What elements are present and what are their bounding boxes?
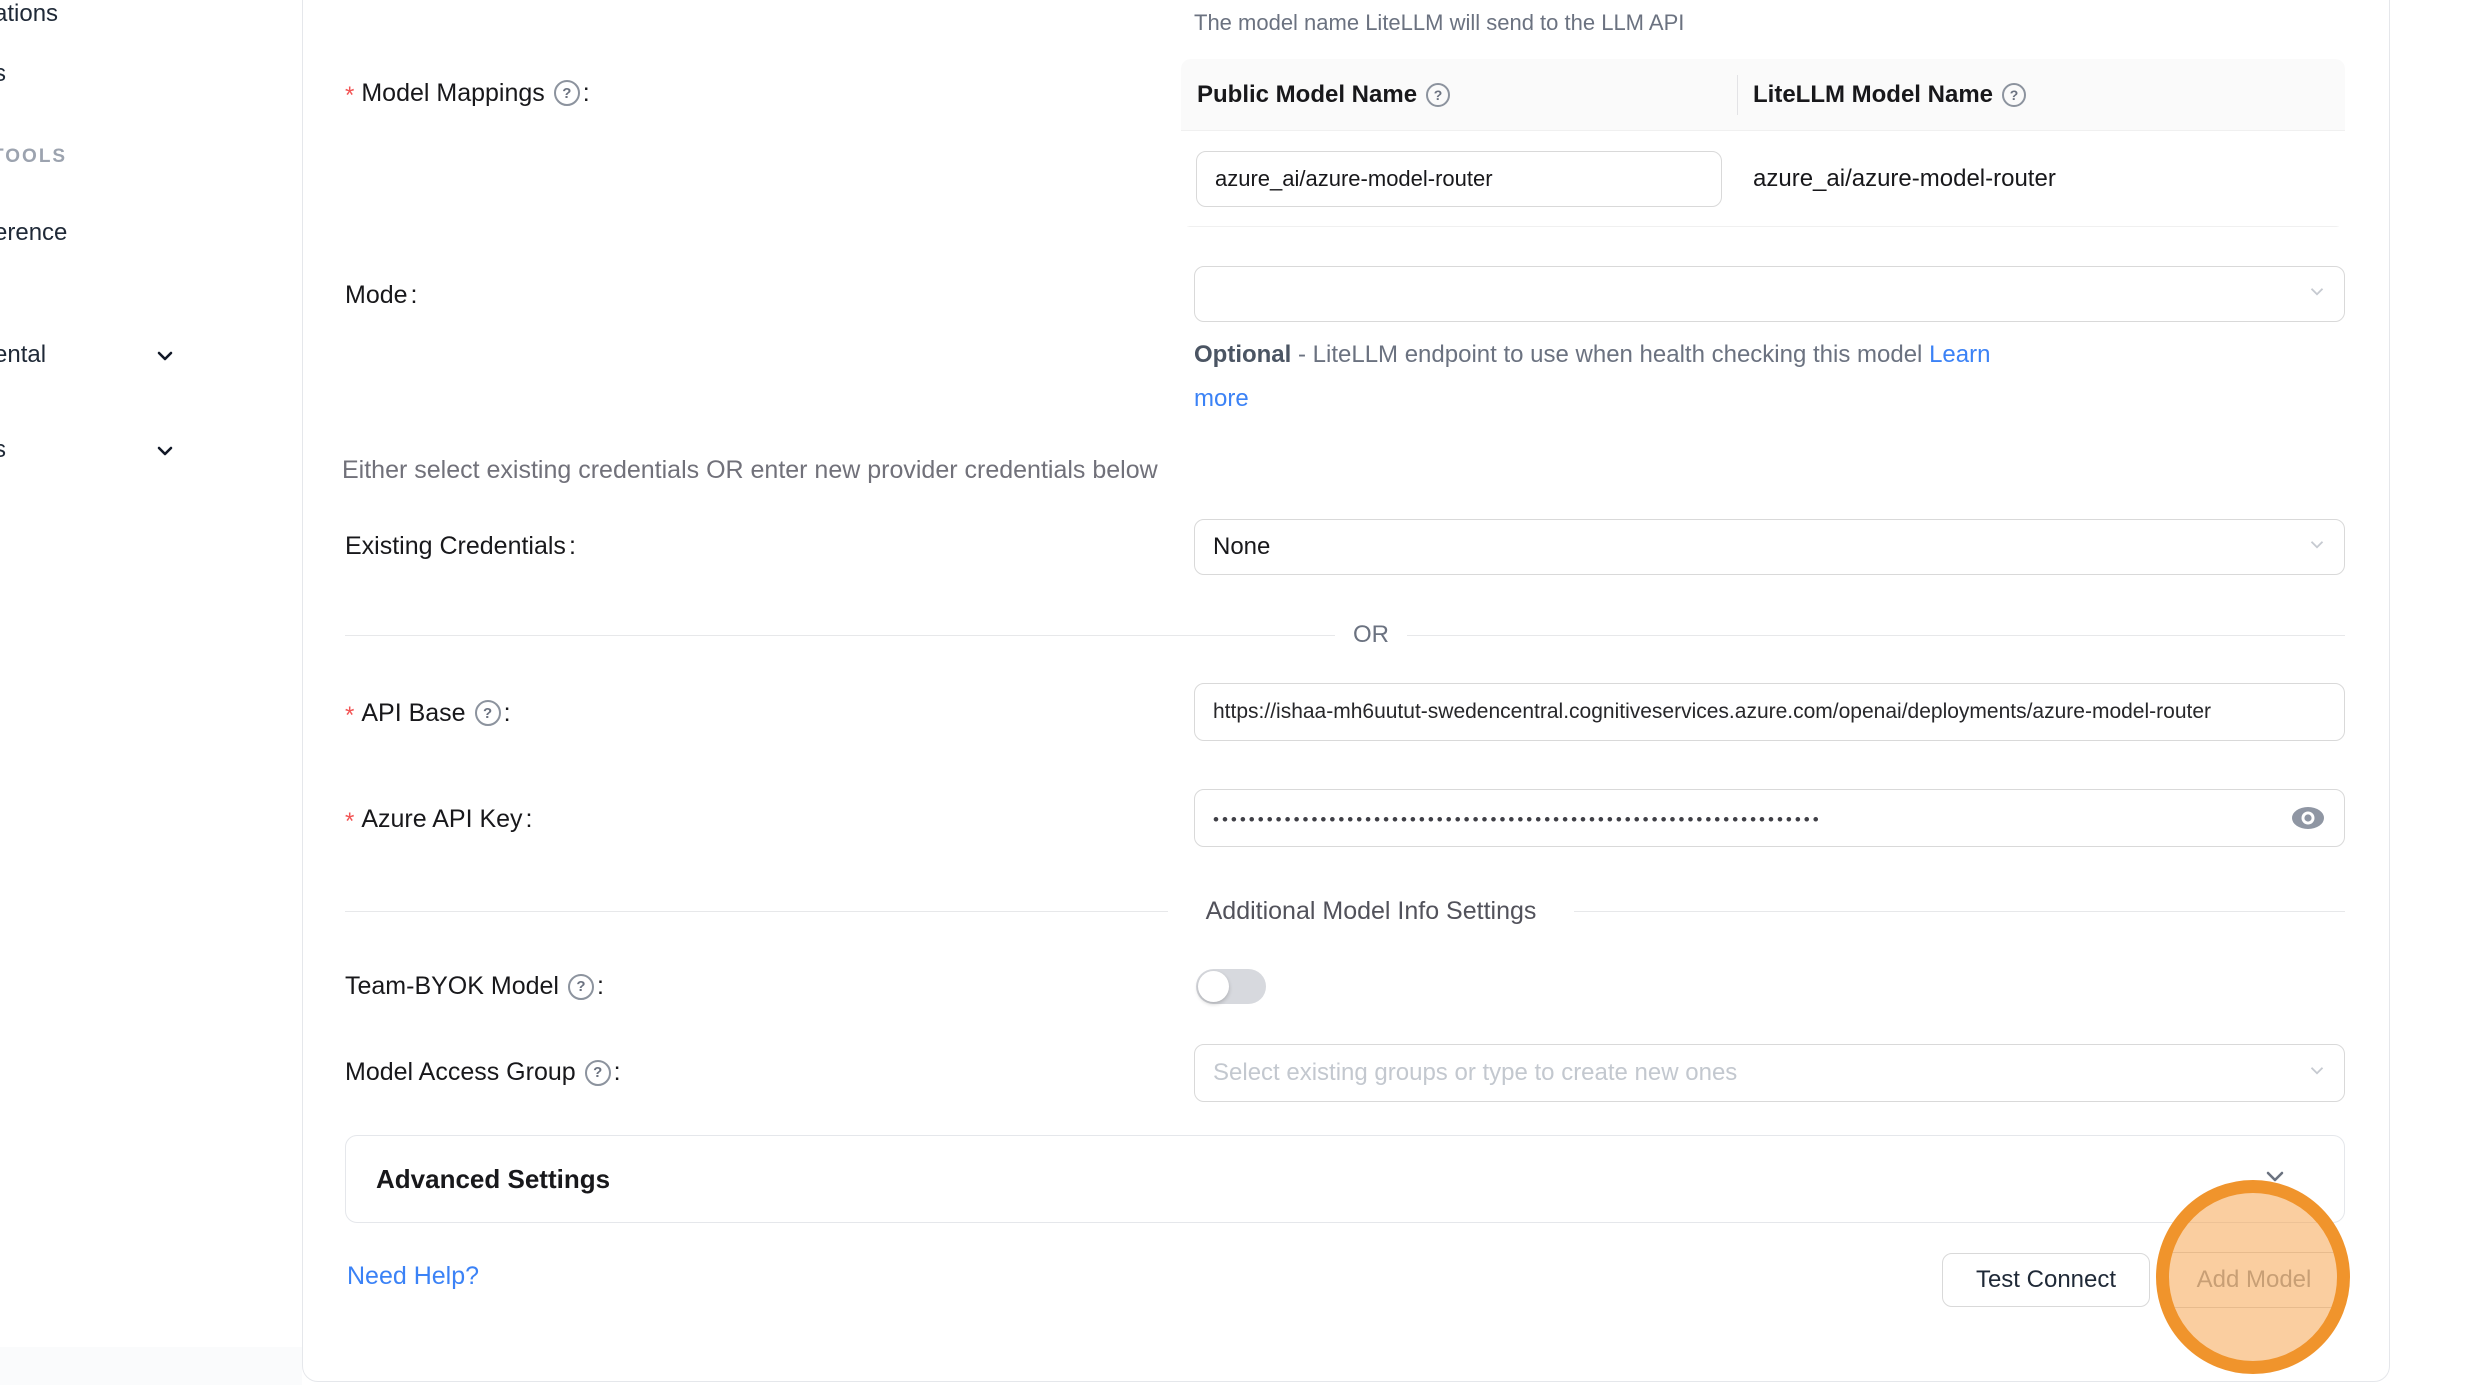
required-asterisk: * bbox=[345, 76, 354, 110]
help-glyph: ? bbox=[593, 1064, 602, 1081]
advanced-settings-title: Advanced Settings bbox=[376, 1164, 610, 1195]
mode-help-body: - LiteLLM endpoint to use when health ch… bbox=[1291, 341, 1929, 368]
info-divider-text: Additional Model Info Settings bbox=[1206, 897, 1537, 926]
api-base-input[interactable] bbox=[1194, 683, 2345, 741]
help-glyph: ? bbox=[483, 705, 492, 722]
learn-more-link[interactable]: more bbox=[1194, 385, 1249, 412]
add-model-button[interactable]: Add Model bbox=[2163, 1252, 2345, 1308]
header-text: LiteLLM Model Name bbox=[1753, 81, 1993, 109]
model-access-group-label: Model Access Group ? : bbox=[345, 1058, 621, 1087]
mode-help-bold: Optional bbox=[1194, 341, 1291, 368]
sidebar-item-truncated-3[interactable]: erence bbox=[0, 219, 67, 247]
help-glyph: ? bbox=[576, 978, 585, 995]
label-text: Model Access Group bbox=[345, 1058, 576, 1087]
toggle-knob bbox=[1198, 971, 1229, 1002]
chevron-down-icon bbox=[2261, 1163, 2289, 1196]
sidebar-item-label: s bbox=[0, 60, 6, 88]
masked-password-dots: ••••••••••••••••••••••••••••••••••••••••… bbox=[1213, 806, 1822, 830]
help-icon[interactable]: ? bbox=[568, 974, 594, 1000]
label-text: Team-BYOK Model bbox=[345, 972, 559, 1001]
advanced-settings-header[interactable]: Advanced Settings bbox=[345, 1135, 2345, 1223]
chevron-down-icon bbox=[2306, 281, 2328, 308]
chevron-down-icon bbox=[153, 344, 177, 373]
sidebar-item-label: erence bbox=[0, 219, 67, 247]
mode-help-text: Optional - LiteLLM endpoint to use when … bbox=[1194, 341, 2354, 413]
table-header-row: Public Model Name ? LiteLLM Model Name ? bbox=[1181, 59, 2345, 131]
help-icon[interactable]: ? bbox=[2002, 83, 2026, 107]
model-access-group-placeholder: Select existing groups or type to create… bbox=[1213, 1059, 1737, 1087]
credentials-note: Either select existing credentials OR en… bbox=[342, 456, 1158, 485]
team-byok-label: Team-BYOK Model ? : bbox=[345, 972, 604, 1001]
label-colon: : bbox=[526, 805, 533, 834]
mode-label: Mode : bbox=[345, 281, 418, 310]
help-icon[interactable]: ? bbox=[475, 700, 501, 726]
help-icon[interactable]: ? bbox=[1426, 83, 1450, 107]
team-byok-toggle[interactable] bbox=[1196, 969, 1266, 1004]
help-icon[interactable]: ? bbox=[585, 1060, 611, 1086]
help-icon[interactable]: ? bbox=[554, 80, 580, 106]
or-divider-line-left bbox=[345, 635, 1335, 636]
model-access-group-select[interactable]: Select existing groups or type to create… bbox=[1194, 1044, 2345, 1102]
required-asterisk: * bbox=[345, 696, 354, 730]
existing-credentials-select[interactable]: None bbox=[1194, 519, 2345, 575]
label-text: Mode bbox=[345, 281, 408, 310]
label-text: Existing Credentials bbox=[345, 532, 566, 561]
label-colon: : bbox=[597, 972, 604, 1001]
sidebar-item-label: s bbox=[0, 436, 6, 464]
sidebar-item-truncated-1[interactable]: ations bbox=[0, 0, 58, 28]
column-header-public-model-name: Public Model Name ? bbox=[1181, 81, 1737, 109]
chevron-down-icon bbox=[2306, 534, 2328, 561]
label-colon: : bbox=[583, 79, 590, 108]
test-connect-button[interactable]: Test Connect bbox=[1942, 1253, 2150, 1307]
help-glyph: ? bbox=[2010, 87, 2019, 103]
label-text: Model Mappings bbox=[361, 79, 544, 108]
sidebar-section-tools: TOOLS bbox=[0, 146, 67, 168]
info-divider-line-right bbox=[1574, 911, 2345, 912]
table-row: azure_ai/azure-model-router bbox=[1181, 131, 2345, 227]
sidebar-item-truncated-4[interactable]: ental bbox=[0, 341, 46, 369]
column-header-litellm-model-name: LiteLLM Model Name ? bbox=[1737, 81, 2026, 109]
header-text: Public Model Name bbox=[1197, 81, 1417, 109]
sidebar-item-truncated-5[interactable]: s bbox=[0, 436, 6, 464]
label-colon: : bbox=[411, 281, 418, 310]
label-text: API Base bbox=[361, 699, 465, 728]
add-model-page: ations s TOOLS erence ental s The model … bbox=[0, 0, 2477, 1385]
column-divider bbox=[1737, 75, 1738, 115]
or-divider-text: OR bbox=[1353, 621, 1389, 649]
public-model-name-input[interactable] bbox=[1196, 151, 1722, 207]
api-base-label: * API Base ? : bbox=[345, 696, 511, 730]
need-help-link[interactable]: Need Help? bbox=[347, 1262, 479, 1291]
label-text: Azure API Key bbox=[361, 805, 522, 834]
info-divider-line-left bbox=[345, 911, 1168, 912]
mode-select[interactable] bbox=[1194, 266, 2345, 322]
existing-credentials-label: Existing Credentials : bbox=[345, 532, 576, 561]
help-glyph: ? bbox=[562, 85, 571, 102]
existing-credentials-value: None bbox=[1213, 533, 1270, 561]
sidebar: ations s TOOLS erence ental s bbox=[0, 0, 302, 1347]
chevron-down-icon bbox=[2306, 1060, 2328, 1087]
azure-api-key-label: * Azure API Key : bbox=[345, 802, 533, 836]
sidebar-section-label: TOOLS bbox=[0, 146, 67, 167]
or-divider-line-right bbox=[1407, 635, 2345, 636]
eye-icon[interactable] bbox=[2290, 805, 2326, 831]
azure-api-key-input[interactable]: ••••••••••••••••••••••••••••••••••••••••… bbox=[1194, 789, 2345, 847]
litellm-model-name-cell: azure_ai/azure-model-router bbox=[1737, 165, 2056, 193]
model-mappings-table: Public Model Name ? LiteLLM Model Name ?… bbox=[1181, 59, 2345, 227]
sidebar-item-label: ations bbox=[0, 0, 58, 28]
chevron-down-icon bbox=[153, 439, 177, 468]
model-name-hint: The model name LiteLLM will send to the … bbox=[1194, 10, 1684, 36]
sidebar-item-truncated-2[interactable]: s bbox=[0, 60, 6, 88]
public-model-name-cell bbox=[1181, 151, 1737, 207]
label-colon: : bbox=[614, 1058, 621, 1087]
label-colon: : bbox=[569, 532, 576, 561]
help-glyph: ? bbox=[1434, 87, 1443, 103]
sidebar-footer-area bbox=[0, 1347, 302, 1385]
sidebar-item-label: ental bbox=[0, 341, 46, 369]
required-asterisk: * bbox=[345, 802, 354, 836]
model-mappings-label: * Model Mappings ? : bbox=[345, 76, 590, 110]
label-colon: : bbox=[504, 699, 511, 728]
learn-more-link[interactable]: Learn bbox=[1929, 341, 1990, 368]
